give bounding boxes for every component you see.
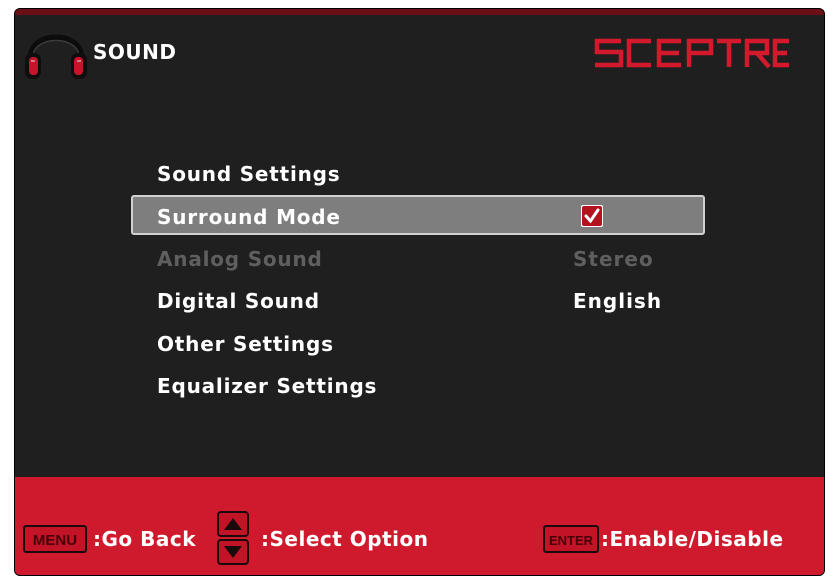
analog-sound-value: Stereo — [573, 247, 654, 271]
menu-item-label: Sound Settings — [157, 162, 341, 186]
surround-mode-checkbox[interactable] — [581, 205, 603, 227]
menu-item-other-settings[interactable]: Other Settings — [131, 324, 705, 364]
headphones-icon — [23, 17, 89, 81]
sound-menu-screen: SOUND Sound Settings Surround Mode Analo… — [14, 8, 825, 576]
menu-item-digital-sound[interactable]: Digital Sound English — [131, 281, 705, 321]
enable-disable-hint: :Enable/Disable — [601, 527, 784, 551]
menu-item-label: Digital Sound — [157, 289, 320, 313]
menu-item-label: Equalizer Settings — [157, 374, 378, 398]
top-border — [15, 9, 824, 15]
digital-sound-value: English — [573, 289, 663, 313]
menu-key-badge: MENU — [23, 525, 87, 553]
menu-item-sound-settings[interactable]: Sound Settings — [131, 154, 705, 194]
menu-item-equalizer-settings[interactable]: Equalizer Settings — [131, 366, 705, 406]
go-back-hint: :Go Back — [93, 527, 197, 551]
up-down-arrows-icon — [217, 511, 249, 565]
menu-item-label: Other Settings — [157, 332, 334, 356]
menu-item-label: Analog Sound — [157, 247, 323, 271]
menu-item-surround-mode[interactable]: Surround Mode — [131, 195, 705, 235]
sceptre-logo — [591, 31, 791, 77]
checkmark-icon — [582, 206, 602, 226]
select-option-hint: :Select Option — [261, 527, 429, 551]
menu-item-label: Surround Mode — [157, 205, 341, 229]
help-footer: MENU :Go Back :Select Option ENTER :Enab… — [15, 477, 824, 575]
menu-item-analog-sound: Analog Sound Stereo — [131, 239, 705, 279]
page-title: SOUND — [93, 40, 177, 64]
enter-key-badge: ENTER — [543, 525, 599, 553]
